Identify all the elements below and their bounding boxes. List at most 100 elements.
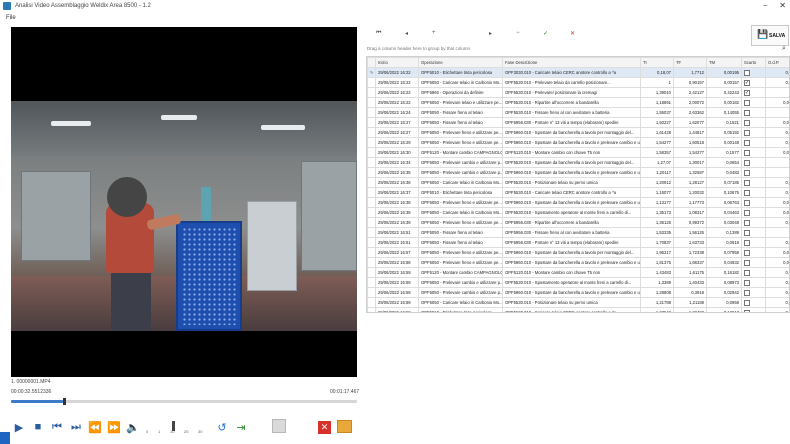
table-row[interactable]: 29/06/2022 16:34 OPF5050 - Prelevare camb… [367, 157, 789, 168]
row-indicator[interactable] [367, 217, 376, 228]
cell-inizio[interactable]: 29/06/2022 16:57 [375, 247, 419, 258]
row-indicator[interactable] [367, 307, 376, 312]
cell-tm[interactable]: 0,0918 [706, 237, 742, 248]
cell-inizio[interactable]: 29/06/2022 16:27 [375, 127, 419, 138]
table-row[interactable]: 29/06/2022 16:35 OPF5050 - Prelevare camb… [367, 167, 789, 178]
cell-fase[interactable]: OPF3030.010 - Caricare telaio CERC anoto… [502, 67, 641, 78]
cell-tf[interactable]: 1,66337 [673, 257, 707, 268]
cell-operazione[interactable]: OPF5010 - Etichettare tinta pericolosa [418, 307, 503, 312]
cell-odp[interactable]: 0, [765, 277, 789, 288]
cell-ti[interactable]: 1,27,07 [640, 157, 674, 168]
cell-inizio[interactable]: 29/06/2022 16:36 [375, 177, 419, 188]
cell-fase[interactable]: OPF5530.010 - Fissare freno al con avvit… [502, 107, 641, 118]
cell-odp[interactable]: 0,0 [765, 97, 789, 108]
cell-tm[interactable]: 0,00182 [706, 97, 742, 108]
cell-tf[interactable]: 1,32587 [673, 167, 707, 178]
row-indicator[interactable] [367, 207, 376, 218]
cell-inizio[interactable]: 29/06/2022 16:22 [375, 87, 419, 98]
cell-tf[interactable]: 1,62077 [673, 117, 707, 128]
table-row[interactable]: 29/06/2022 16:27 OPF5050 - Prelevare fren… [367, 127, 789, 138]
cell-inizio[interactable]: 29/06/2022 16:39 [375, 207, 419, 218]
cell-odp[interactable]: 0, [765, 137, 789, 148]
column-header-operazione[interactable]: Operazione [418, 57, 503, 68]
cell-tf[interactable]: 1,60518 [673, 137, 707, 148]
cell-ti[interactable]: 1,96317 [640, 247, 674, 258]
cell-fase[interactable]: OPF5530.010 - Prelevare/ posizionare la … [502, 87, 641, 98]
cell-tf[interactable]: 0,99372 [673, 217, 707, 228]
table-row[interactable]: 29/06/2022 16:22 OPF5960 - Operazioni da … [367, 87, 789, 98]
cell-fase[interactable]: OPF5960.010 - Spostare da bancherella a … [502, 197, 641, 208]
cell-ti[interactable]: 1,39010 [640, 87, 674, 98]
table-row[interactable]: 29/06/2022 16:29 OPF5050 - Prelevare fren… [367, 137, 789, 148]
cell-tm[interactable]: 0,07185 [706, 177, 742, 188]
cell-tm[interactable]: 0,02942 [706, 287, 742, 298]
cell-tm[interactable]: 0,42243 [706, 87, 742, 98]
export-icon[interactable]: ⇥ [233, 419, 249, 435]
cell-operazione[interactable]: OPF5050 - Prelevare cambio e utilizzare … [418, 157, 503, 168]
cell-tf[interactable]: 2,00072 [673, 97, 707, 108]
next-icon[interactable]: ▸ [489, 30, 492, 37]
column-header-fase[interactable]: Fase Descrizione [502, 57, 641, 68]
cell-operazione[interactable]: OPF5050 - Prelevare freno e utilizzare p… [418, 127, 503, 138]
cell-odp[interactable]: 0,0 [765, 247, 789, 258]
scarto-checkbox[interactable] [744, 169, 750, 176]
cell-ti[interactable]: 1,13177 [640, 197, 674, 208]
cell-odp[interactable]: 0, [765, 217, 789, 228]
column-header-inizio[interactable]: Inizio [375, 57, 419, 68]
cell-operazione[interactable]: OPF5050 - Prelevare telaio e utilizzare … [418, 97, 503, 108]
seek-thumb[interactable] [62, 398, 66, 405]
scarto-checkbox[interactable] [744, 249, 750, 256]
table-row[interactable]: 29/06/2022 16:59 OPF5050 - Prelevare camb… [367, 277, 789, 288]
cell-odp[interactable]: 0, [765, 187, 789, 198]
cell-fase[interactable]: OPF5960.010 - Spostare da bancherella a … [502, 247, 641, 258]
row-indicator[interactable] [367, 157, 376, 168]
cell-odp[interactable]: 0, [765, 237, 789, 248]
cell-operazione[interactable]: OPF5960 - Operazioni da definire [418, 87, 503, 98]
scarto-checkbox[interactable] [744, 139, 750, 146]
row-indicator[interactable] [367, 177, 376, 188]
cell-odp[interactable]: 0, [765, 127, 789, 138]
cancel-icon[interactable]: ✕ [570, 30, 575, 37]
table-row[interactable]: 29/06/2022 16:59 OPF5120 - Montare cambio… [367, 267, 789, 278]
cell-ti[interactable]: 1,53335 [640, 227, 674, 238]
video-player[interactable] [11, 27, 357, 377]
table-row[interactable]: 29/06/2022 16:59 OPF5050 - Caricare telai… [367, 297, 789, 308]
column-header-ti[interactable]: TI [640, 57, 674, 68]
cell-operazione[interactable]: OPF5050 - Prelevare cambio e utilizzare … [418, 167, 503, 178]
cell-tf[interactable]: 1,40433 [673, 277, 707, 288]
cell-fase[interactable]: OPF5120.010 - Montare cambio con chiave … [502, 147, 641, 158]
cell-ti[interactable]: 1,50227 [640, 117, 674, 128]
cell-inizio[interactable]: 29/06/2022 16:59 [375, 307, 419, 312]
minimize-icon[interactable]: ⎯ [763, 1, 767, 11]
cell-tf[interactable]: 1,56125 [673, 227, 707, 238]
cell-tm[interactable]: 0,04463 [706, 207, 742, 218]
row-indicator[interactable] [367, 257, 376, 268]
cell-ti[interactable]: 1,16077 [640, 187, 674, 198]
cell-odp[interactable]: 0, [765, 177, 789, 188]
cell-operazione[interactable]: OPF5010 - Etichettare tinta pericolosa [418, 187, 503, 198]
row-indicator[interactable] [367, 147, 376, 158]
cell-odp[interactable] [765, 227, 789, 238]
row-indicator[interactable] [367, 197, 376, 208]
cell-fase[interactable]: OPF5530.010 - Spostare da bancherella a … [502, 157, 641, 168]
row-indicator[interactable] [367, 117, 376, 128]
cell-inizio[interactable]: 29/06/2022 16:59 [375, 277, 419, 288]
cell-ti[interactable]: 1,35173 [640, 207, 674, 218]
cell-odp[interactable]: 0, [765, 307, 789, 312]
cell-ti[interactable]: 1,55037 [640, 107, 674, 118]
skip-end-icon[interactable]: ⏭ [68, 419, 84, 435]
cell-tf[interactable]: 0,3918 [673, 287, 707, 298]
table-row[interactable]: 29/06/2022 16:39 OPF5050 - Prelevare fren… [367, 217, 789, 228]
scarto-checkbox[interactable] [744, 309, 750, 312]
cell-inizio[interactable]: 29/06/2022 16:59 [375, 267, 419, 278]
cell-tm[interactable]: 0,16182 [706, 267, 742, 278]
cell-ti[interactable]: 1,21788 [640, 297, 674, 308]
rewind-icon[interactable]: ⏪ [87, 419, 103, 435]
cell-inizio[interactable]: 29/06/2022 16:51 [375, 237, 419, 248]
table-row[interactable]: 29/06/2022 16:59 OPF5010 - Etichettare ti… [367, 307, 789, 312]
save-button[interactable]: 💾 SALVA [751, 25, 789, 46]
cell-tm[interactable]: 0,08973 [706, 277, 742, 288]
cell-tf[interactable]: 2,63362 [673, 107, 707, 118]
cell-operazione[interactable]: OPF5050 - Prelevare freno e utilizzare p… [418, 197, 503, 208]
cell-fase[interactable]: OPF5530.010 - Ripartire all'occorrere a … [502, 97, 641, 108]
